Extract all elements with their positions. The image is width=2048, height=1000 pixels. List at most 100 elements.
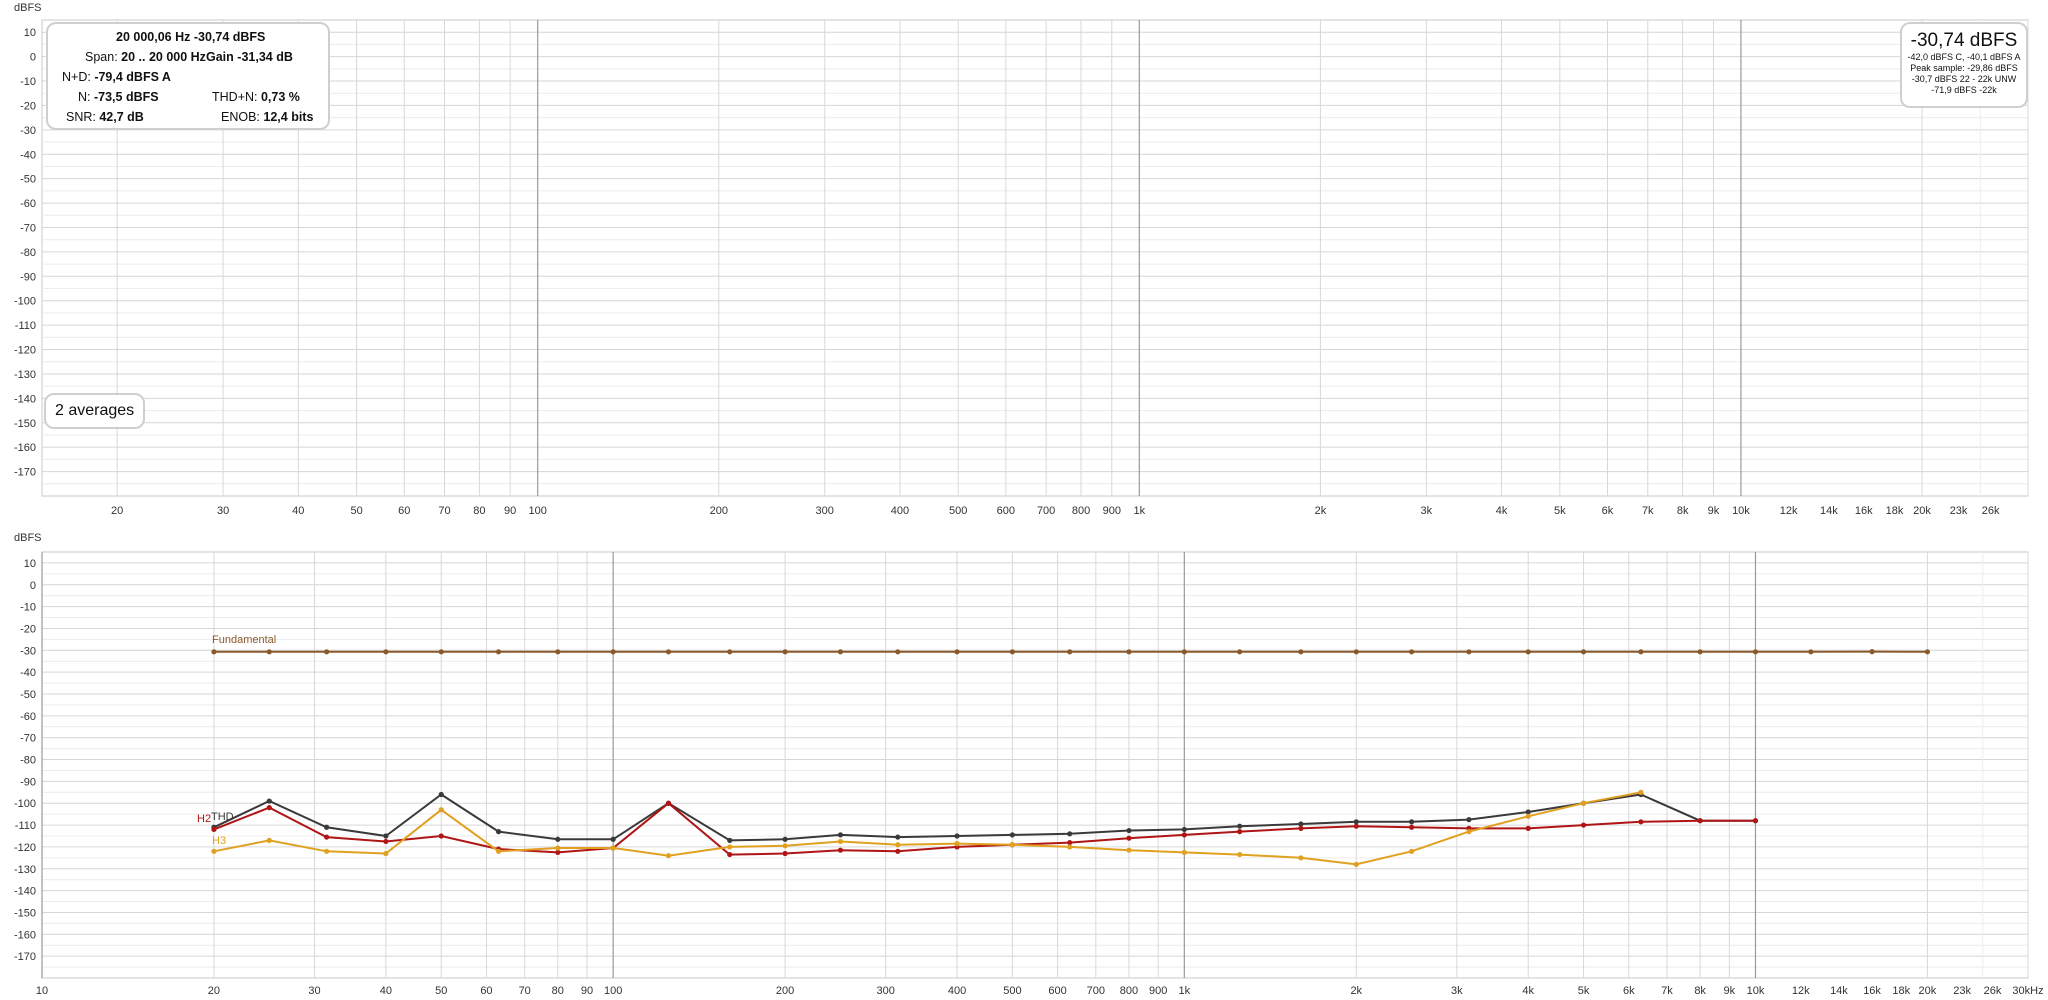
series-point-h2	[1237, 829, 1243, 835]
top-x-tick-label: 900	[1103, 505, 1121, 517]
bottom-x-tick-label: 900	[1149, 985, 1167, 997]
bottom-y-tick-label: 10	[24, 558, 36, 570]
snr-value: 42,7 dB	[99, 110, 144, 124]
top-x-tick-label: 70	[438, 505, 450, 517]
series-point-h3	[954, 841, 960, 847]
series-point-h2	[1697, 818, 1703, 824]
series-point-h3	[1067, 844, 1073, 850]
series-point-h3	[1298, 855, 1304, 861]
series-point-h3	[1580, 800, 1587, 806]
series-point-fundamental	[1697, 649, 1703, 655]
bottom-y-tick-label: -60	[20, 711, 36, 723]
top-y-tick-label: 10	[24, 27, 36, 39]
bottom-y-axis: 10 0 -10 -20 -30 -40 -50 -60 -70 -80 -90 -100 -110 -1…	[14, 558, 36, 963]
bottom-y-tick-label: -150	[14, 907, 36, 919]
series-point-h2	[665, 800, 672, 806]
series-point-thd	[1009, 832, 1015, 838]
enob-label: ENOB:	[221, 110, 260, 124]
top-x-tick-label: 8k	[1677, 505, 1689, 517]
series-point-h2	[383, 838, 389, 845]
top-x-tick-label: 4k	[1496, 505, 1508, 517]
nd-value: -79,4 dBFS A	[94, 70, 171, 84]
series-point-thd	[782, 836, 788, 842]
bottom-x-tick-label: 50	[435, 985, 447, 997]
series-point-fundamental	[266, 649, 272, 655]
series-point-fundamental	[383, 649, 389, 655]
series-point-h2	[438, 833, 444, 839]
info-headline: 20 000,06 Hz -30,74 dBFS	[116, 30, 266, 44]
top-x-tick-label: 50	[350, 505, 362, 517]
top-x-tick-label: 800	[1072, 505, 1090, 517]
top-x-tick-label: 23k	[1950, 505, 1968, 517]
series-point-fundamental	[1126, 649, 1132, 655]
series-point-h2	[782, 850, 788, 857]
series-point-thd	[1237, 823, 1243, 829]
series-label-h2: H2	[197, 813, 211, 825]
series-point-h3	[555, 845, 561, 851]
noise-value: -73,5 dBFS	[93, 90, 159, 104]
bottom-x-tick-label: 7k	[1661, 985, 1673, 997]
bottom-y-tick-label: -20	[20, 623, 36, 635]
top-x-tick-label: 40	[292, 505, 304, 517]
series-point-h2	[1353, 823, 1359, 829]
series-point-thd	[727, 837, 733, 843]
top-x-tick-label: 5k	[1554, 505, 1566, 517]
bottom-x-tick-label: 1k	[1179, 985, 1191, 997]
series-point-h3	[1237, 851, 1243, 858]
top-x-tick-label: 400	[891, 505, 909, 517]
top-x-tick-label: 100	[529, 505, 547, 517]
series-point-h2	[1638, 819, 1644, 825]
level-readout-box: -30,74 dBFS -42,0 dBFS C, -40,1 dBFS A P…	[1900, 22, 2028, 108]
top-x-tick-label: 12k	[1780, 505, 1798, 517]
top-x-tick-label: 1k	[1134, 505, 1146, 517]
top-y-tick-label: -140	[14, 393, 36, 405]
series-point-fundamental	[610, 649, 616, 655]
top-y-tick-label: -100	[14, 296, 36, 308]
series-point-thd	[1409, 819, 1415, 825]
series-point-fundamental	[782, 649, 788, 655]
top-y-tick-label: -90	[20, 271, 36, 283]
bottom-x-tick-label: 20	[208, 985, 220, 997]
top-x-tick-label: 500	[949, 505, 967, 517]
bottom-x-tick-label: 12k	[1792, 985, 1810, 997]
series-point-fundamental	[1580, 649, 1587, 655]
thdn-label: THD+N:	[212, 90, 258, 104]
averages-button[interactable]: 2 averages	[44, 393, 146, 429]
top-x-tick-label: 200	[710, 505, 728, 517]
series-point-thd	[495, 829, 502, 835]
series-point-thd	[1181, 826, 1187, 833]
top-x-tick-label: 10k	[1732, 505, 1750, 517]
series-point-h2	[211, 826, 217, 833]
top-y-tick-label: -150	[14, 418, 36, 430]
series-point-fundamental	[1638, 649, 1644, 655]
noise-label: N:	[78, 90, 91, 104]
series-point-fundamental	[555, 649, 561, 655]
top-x-tick-label: 26k	[1982, 505, 2000, 517]
top-x-tick-label: 80	[473, 505, 485, 517]
series-point-h2	[1752, 818, 1759, 824]
bottom-x-tick-label: 23k	[1953, 985, 1971, 997]
measurement-info-box: 20 000,06 Hz -30,74 dBFS Span: 20 .. 20 …	[46, 22, 330, 130]
series-point-thd	[383, 833, 389, 839]
bottom-y-tick-label: -90	[20, 776, 36, 788]
series-point-fundamental	[837, 649, 844, 655]
series-point-fundamental	[727, 649, 733, 655]
series-point-thd	[1466, 817, 1472, 823]
top-x-axis: 20 30 40 50 60 70 80 90 100 200 300 400 500 600 700 800…	[111, 505, 2000, 517]
series-point-fundamental	[895, 649, 901, 655]
series-point-thd	[324, 824, 330, 830]
top-y-tick-label: -70	[20, 222, 36, 234]
series-point-h3	[324, 848, 330, 854]
series-point-fundamental	[495, 649, 502, 655]
series-point-h2	[1126, 835, 1132, 841]
series-point-fundamental	[1466, 649, 1472, 655]
series-point-h3	[1353, 861, 1359, 868]
series-point-thd	[266, 798, 272, 804]
series-point-h3	[1009, 842, 1015, 848]
gain-value: -31,34 dB	[237, 50, 293, 64]
series-point-thd	[954, 833, 960, 839]
top-x-tick-label: 20k	[1913, 505, 1931, 517]
top-y-tick-label: -130	[14, 369, 36, 381]
series-point-fundamental	[1924, 649, 1931, 655]
series-point-fundamental	[665, 649, 672, 655]
